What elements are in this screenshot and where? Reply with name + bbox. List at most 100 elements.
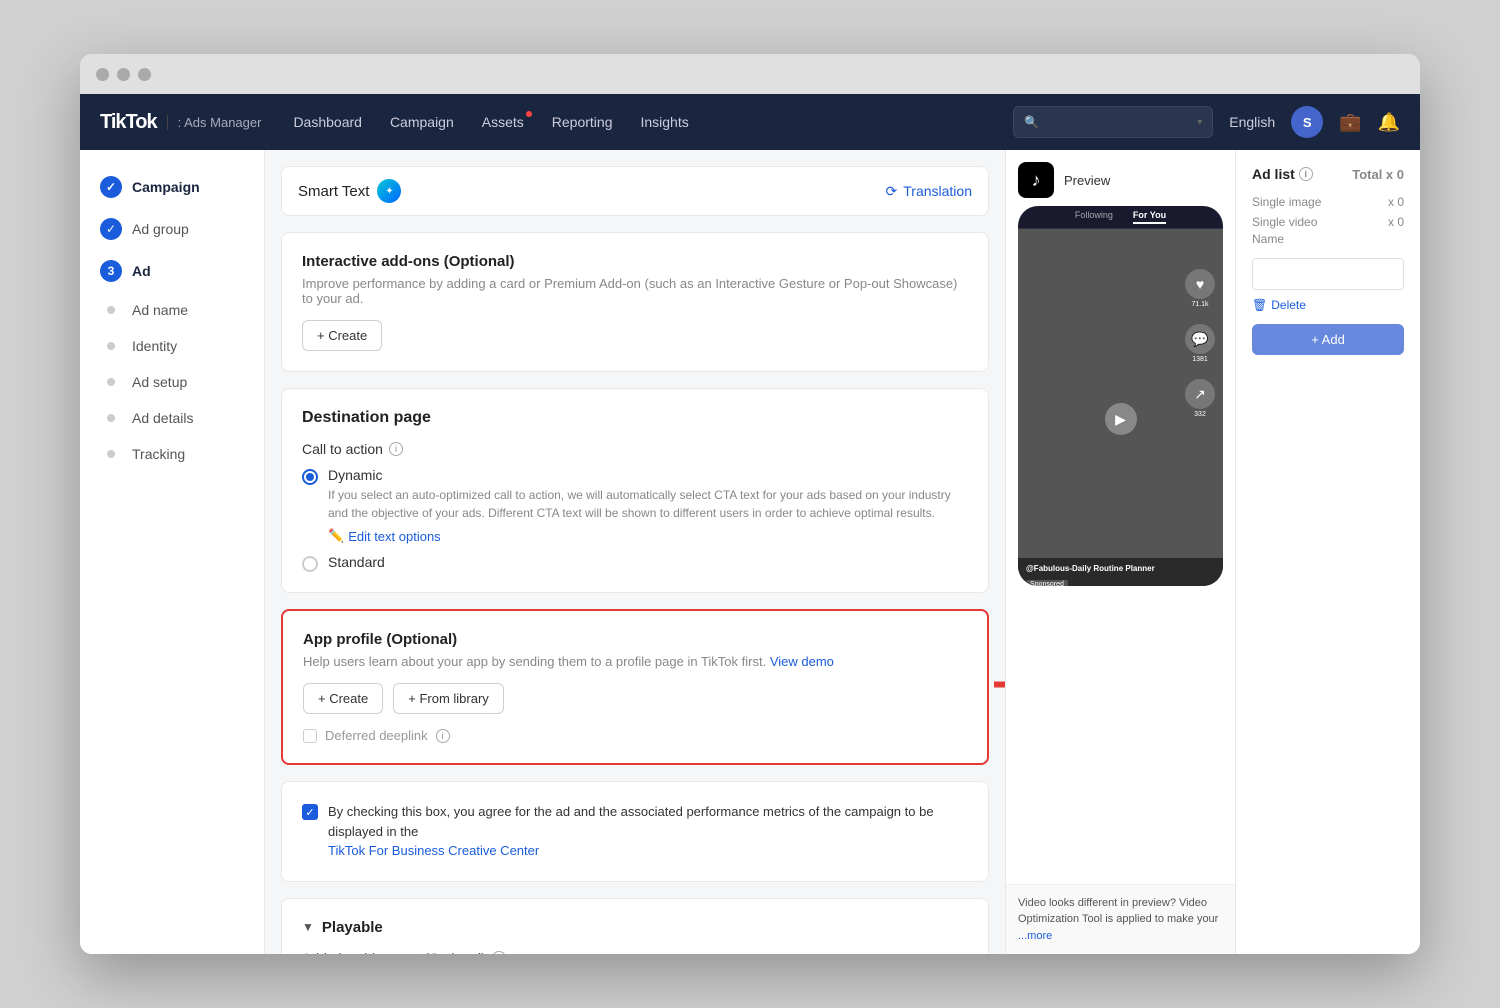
preview-notice-text: Video looks different in preview? Video … — [1018, 897, 1218, 926]
standard-label: Standard — [328, 554, 385, 570]
addetails-dot-icon — [107, 414, 115, 422]
nav-assets[interactable]: Assets — [482, 114, 524, 130]
create-addon-button[interactable]: + Create — [302, 320, 382, 351]
smart-text-text: Smart Text — [298, 183, 369, 200]
adsetup-dot-icon — [107, 378, 115, 386]
briefcase-icon[interactable]: 💼 — [1339, 112, 1361, 133]
adgroup-check-icon: ✓ — [100, 218, 122, 240]
phone-content: ▶ ♥ 71.1k 💬 1381 ↗ — [1018, 229, 1223, 586]
sidebar-item-adgroup[interactable]: ✓ Ad group — [80, 208, 264, 250]
preview-phone: ♪ Preview Following For You ▶ — [1006, 150, 1235, 884]
comment-action[interactable]: 💬 1381 — [1185, 324, 1215, 363]
consent-checkbox[interactable]: ✓ — [302, 804, 318, 820]
translation-button[interactable]: ⟳ Translation — [886, 183, 972, 200]
trash-icon: 🗑 — [1252, 298, 1267, 312]
username-label: @Fabulous-Daily Routine Planner — [1026, 564, 1215, 573]
minimize-dot[interactable] — [117, 68, 130, 81]
adlist-name-field[interactable] — [1252, 258, 1404, 290]
nav-reporting[interactable]: Reporting — [552, 114, 613, 130]
smart-text-icon: ✦ — [377, 179, 401, 203]
edit-icon: ✏️ — [328, 528, 344, 544]
interactive-addons-section: Interactive add-ons (Optional) Improve p… — [281, 232, 989, 372]
consent-text: By checking this box, you agree for the … — [328, 802, 968, 861]
arrow-svg — [994, 660, 1005, 710]
standard-radio-input[interactable] — [302, 556, 318, 572]
preview-more-link[interactable]: ...more — [1018, 930, 1052, 942]
dynamic-label: Dynamic — [328, 467, 968, 483]
deferred-info-icon[interactable]: i — [436, 729, 450, 743]
from-library-button[interactable]: + From library — [393, 683, 504, 714]
adlist-delete-button[interactable]: 🗑 Delete — [1252, 298, 1404, 312]
sidebar-adsetup-label: Ad setup — [132, 374, 187, 390]
smart-text-label: Smart Text ✦ — [298, 179, 401, 203]
play-button-icon[interactable]: ▶ — [1105, 403, 1137, 435]
nav-dashboard[interactable]: Dashboard — [293, 114, 362, 130]
standard-radio-item[interactable]: Standard — [302, 554, 968, 572]
tiktok-symbol: ♪ — [1032, 170, 1041, 191]
interactive-addons-desc: Improve performance by adding a card or … — [302, 276, 968, 306]
cta-info-icon[interactable]: i — [389, 442, 403, 456]
sidebar-campaign-label: Campaign — [132, 179, 200, 195]
tiktok-logo: TikTok — [100, 111, 157, 134]
radio-group-cta: Dynamic If you select an auto-optimized … — [302, 467, 968, 572]
app-create-button[interactable]: + Create — [303, 683, 383, 714]
identity-dot-icon — [107, 342, 115, 350]
edit-text-link[interactable]: ✏️ Edit text options — [328, 528, 968, 544]
playable-title: Playable — [322, 919, 383, 936]
playable-info-icon[interactable]: i — [492, 951, 506, 955]
sidebar-item-addetails[interactable]: Ad details — [80, 400, 264, 436]
playable-section: ▼ Playable Add playable asset (Optional)… — [281, 898, 989, 955]
user-avatar[interactable]: S — [1291, 106, 1323, 138]
deferred-checkbox[interactable] — [303, 729, 317, 743]
following-tab[interactable]: Following — [1075, 210, 1113, 224]
interactive-addons-title: Interactive add-ons (Optional) — [302, 253, 968, 270]
adlist-name-label: Name — [1252, 232, 1404, 246]
like-action[interactable]: ♥ 71.1k — [1185, 269, 1215, 308]
app-profile-wrapper: App profile (Optional) Help users learn … — [281, 609, 989, 765]
nav-campaign[interactable]: Campaign — [390, 114, 454, 130]
maximize-dot[interactable] — [138, 68, 151, 81]
search-bar[interactable]: 🔍 ▾ — [1013, 106, 1213, 138]
tiktok-app-icon: ♪ — [1018, 162, 1054, 198]
sidebar-item-ad[interactable]: 3 Ad — [80, 250, 264, 292]
sidebar-item-identity[interactable]: Identity — [80, 328, 264, 364]
sidebar-item-adname[interactable]: Ad name — [80, 292, 264, 328]
dynamic-radio-item[interactable]: Dynamic If you select an auto-optimized … — [302, 467, 968, 544]
nav-right: 🔍 ▾ English S 💼 🔔 — [1013, 106, 1400, 138]
dynamic-radio-input[interactable] — [302, 469, 318, 485]
view-demo-link[interactable]: View demo — [770, 654, 834, 669]
close-dot[interactable] — [96, 68, 109, 81]
playable-subtitle: Add playable asset (Optional) — [302, 950, 486, 955]
red-arrow — [994, 660, 1005, 715]
bell-icon[interactable]: 🔔 — [1378, 112, 1400, 133]
comment-icon: 💬 — [1185, 324, 1215, 354]
single-video-count: x 0 — [1388, 215, 1404, 229]
translation-icon: ⟳ — [886, 183, 898, 200]
sidebar-tracking-label: Tracking — [132, 446, 185, 462]
assets-notification-dot — [526, 111, 532, 117]
sponsored-badge: Sponsored — [1026, 580, 1068, 586]
language-selector[interactable]: English — [1229, 114, 1275, 130]
heart-icon: ♥ — [1185, 269, 1215, 299]
sidebar-item-adsetup[interactable]: Ad setup — [80, 364, 264, 400]
adlist-title-row: Ad list i Total x 0 — [1252, 166, 1404, 182]
ad-list-panel: Ad list i Total x 0 Single image x 0 Sin… — [1235, 150, 1420, 954]
smart-text-bar: Smart Text ✦ ⟳ Translation — [281, 166, 989, 216]
for-you-tab[interactable]: For You — [1133, 210, 1166, 224]
brand: TikTok : Ads Manager — [100, 111, 261, 134]
share-action[interactable]: ↗ 332 — [1185, 379, 1215, 418]
translation-label: Translation — [903, 183, 972, 199]
sidebar-item-campaign[interactable]: ✓ Campaign — [80, 166, 264, 208]
consent-section: ✓ By checking this box, you agree for th… — [281, 781, 989, 882]
ads-manager-label: : Ads Manager — [167, 115, 262, 130]
cta-label: Call to action i — [302, 441, 968, 457]
sidebar-item-tracking[interactable]: Tracking — [80, 436, 264, 472]
sidebar-identity-label: Identity — [132, 338, 177, 354]
app-profile-section: App profile (Optional) Help users learn … — [281, 609, 989, 765]
nav-insights[interactable]: Insights — [640, 114, 688, 130]
tiktok-icon-container: ♪ Preview — [1018, 162, 1223, 198]
adlist-add-button[interactable]: + Add — [1252, 324, 1404, 355]
creative-center-link[interactable]: TikTok For Business Creative Center — [328, 843, 539, 858]
deferred-deeplink-row: Deferred deeplink i — [303, 728, 967, 743]
adlist-info-icon[interactable]: i — [1299, 167, 1313, 181]
